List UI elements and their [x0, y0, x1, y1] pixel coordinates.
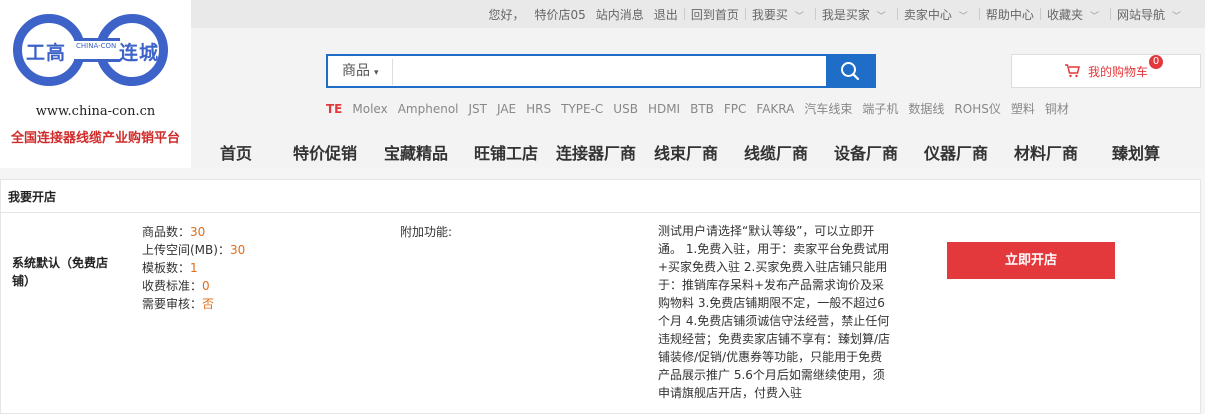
- hot-keyword-link[interactable]: 汽车线束: [804, 102, 852, 116]
- buyer-label: 我是买家: [821, 7, 870, 22]
- main-nav-item[interactable]: 首页: [220, 140, 252, 164]
- user-link[interactable]: 特价店05: [530, 6, 591, 23]
- favorites-label: 收藏夹: [1046, 7, 1083, 22]
- search-bar: 商品 ▾: [326, 54, 876, 88]
- seller-menu[interactable]: 卖家中心 ﹀: [899, 6, 978, 23]
- hot-keyword-link[interactable]: JAE: [497, 102, 516, 116]
- help-link[interactable]: 帮助中心: [981, 6, 1039, 23]
- spec-item: 模板数：1: [142, 259, 245, 277]
- hot-keyword-link[interactable]: 塑料: [1011, 102, 1035, 116]
- cart-button[interactable]: 我的购物车: [1011, 54, 1201, 88]
- home-link[interactable]: 回到首页: [686, 6, 744, 23]
- cart-icon: [1064, 64, 1080, 78]
- main-nav-item[interactable]: 宝藏精品: [384, 140, 448, 164]
- main-nav-item[interactable]: 材料厂商: [1014, 140, 1078, 164]
- chevron-down-icon: ﹀: [958, 11, 968, 22]
- logo-slogan: 全国连接器线缆产业购销平台: [10, 131, 180, 146]
- spec-value: 1: [190, 261, 198, 275]
- sitenav-label: 网站导航: [1116, 7, 1165, 22]
- buyer-menu[interactable]: 我是买家 ﹀: [817, 6, 896, 23]
- hot-keyword-link[interactable]: Amphenol: [398, 102, 459, 116]
- search-input[interactable]: [392, 59, 831, 85]
- search-category-select[interactable]: 商品 ▾: [328, 56, 390, 86]
- messages-link[interactable]: 站内消息: [591, 6, 649, 23]
- spec-item: 收费标准：0: [142, 277, 245, 295]
- spec-item: 商品数：30: [142, 223, 245, 241]
- spec-item: 需要审核：否: [142, 295, 245, 313]
- main-nav-item[interactable]: 设备厂商: [834, 140, 898, 164]
- site-logo[interactable]: 工高 CHINA-CON 连城 www.china-con.cn 全国连接器线缆…: [0, 0, 191, 168]
- hot-keyword-link[interactable]: FAKRA: [756, 102, 794, 116]
- spec-value: 0: [202, 279, 210, 293]
- spec-value: 否: [202, 297, 215, 311]
- main-nav-item[interactable]: 臻划算: [1112, 140, 1160, 164]
- hot-keyword-link[interactable]: USB: [613, 102, 638, 116]
- logo-mini-text: CHINA-CON: [76, 42, 117, 50]
- logout-link[interactable]: 退出: [649, 6, 683, 23]
- spec-label: 需要审核：: [142, 297, 203, 311]
- divider: [978, 8, 980, 20]
- open-store-button[interactable]: 立即开店: [947, 242, 1115, 279]
- spec-item: 上传空间(MB)：30: [142, 241, 245, 259]
- main-nav-item[interactable]: 线缆厂商: [744, 140, 808, 164]
- main-nav-item[interactable]: 特价促销: [293, 140, 357, 164]
- chevron-down-icon: ﹀: [794, 11, 804, 22]
- hot-keyword-link[interactable]: FPC: [724, 102, 747, 116]
- chevron-down-icon: ﹀: [1089, 11, 1099, 22]
- divider: [814, 8, 816, 20]
- spec-value: 30: [229, 243, 246, 257]
- hot-keyword-link[interactable]: HRS: [526, 102, 551, 116]
- main-nav-item[interactable]: 线束厂商: [654, 140, 718, 164]
- hot-keyword-link[interactable]: ROHS仪: [954, 102, 1000, 116]
- hot-keyword-link[interactable]: Molex: [352, 102, 387, 116]
- logo-url: www.china-con.cn: [35, 104, 156, 119]
- seller-label: 卖家中心: [903, 7, 952, 22]
- main-nav-item[interactable]: 仪器厂商: [924, 140, 988, 164]
- sitenav-menu[interactable]: 网站导航 ﹀: [1112, 6, 1191, 23]
- spec-label: 收费标准：: [142, 279, 203, 293]
- extra-features-label: 附加功能:: [400, 225, 453, 239]
- divider: [1109, 8, 1111, 20]
- cart-label: 我的购物车: [1087, 64, 1148, 79]
- panel-title: 我要开店: [8, 190, 57, 204]
- hot-keyword-link[interactable]: HDMI: [648, 102, 680, 116]
- hot-keyword-link[interactable]: 铜材: [1045, 102, 1069, 116]
- favorites-menu[interactable]: 收藏夹 ﹀: [1042, 6, 1109, 23]
- hot-keyword-link[interactable]: BTB: [690, 102, 714, 116]
- divider: [896, 8, 898, 20]
- buy-label: 我要买: [751, 7, 788, 22]
- spec-value: 30: [190, 225, 206, 239]
- search-button[interactable]: [826, 56, 874, 86]
- main-nav-item[interactable]: 连接器厂商: [556, 140, 636, 164]
- hot-keyword-link[interactable]: TYPE-C: [561, 102, 603, 116]
- plan-description: 测试用户请选择“默认等级”，可以立即开通。 1.免费入驻，用于：卖家平台免费试用…: [658, 224, 891, 400]
- divider: [683, 8, 685, 20]
- search-category-label: 商品: [342, 63, 370, 79]
- spec-label: 模板数：: [142, 261, 191, 275]
- caret-down-icon: ▾: [374, 68, 379, 78]
- logo-text-right: 连城: [119, 42, 160, 64]
- hot-keyword-link[interactable]: 端子机: [862, 102, 898, 116]
- top-nav: 您好， 特价店05 站内消息 退出 回到首页 我要买 ﹀ 我是买家 ﹀ 卖家中心 ﹀ …: [483, 0, 1191, 28]
- hot-keyword-link[interactable]: 数据线: [908, 102, 944, 116]
- plan-name: 系统默认（免费店铺）: [12, 256, 109, 288]
- chevron-down-icon: ﹀: [1171, 11, 1181, 22]
- buy-menu[interactable]: 我要买 ﹀: [747, 6, 814, 23]
- greeting-text: 您好，: [488, 7, 525, 22]
- divider: [1, 212, 1200, 213]
- spec-label: 上传空间(MB)：: [142, 243, 230, 257]
- spec-label: 商品数：: [142, 225, 191, 239]
- hot-keywords: TE Molex Amphenol JST JAE HRS TYPE-C USB HDMI BTB…: [326, 100, 1079, 117]
- search-icon: [841, 62, 860, 81]
- hot-keyword-link[interactable]: JST: [469, 102, 488, 116]
- hot-keyword-link[interactable]: TE: [326, 102, 342, 116]
- divider: [744, 8, 746, 20]
- divider: [1039, 8, 1041, 20]
- plan-specs: 商品数：30 上传空间(MB)：30 模板数：1 收费标准：0 需要审核：否: [142, 223, 245, 313]
- open-store-panel: 我要开店 系统默认（免费店铺） 商品数：30 上传空间(MB)：30 模板数：1…: [0, 179, 1201, 414]
- cart-count-badge: 0: [1149, 55, 1163, 69]
- main-nav-item[interactable]: 旺铺工店: [474, 140, 538, 164]
- chevron-down-icon: ﹀: [876, 11, 886, 22]
- logo-text-left: 工高: [26, 42, 67, 64]
